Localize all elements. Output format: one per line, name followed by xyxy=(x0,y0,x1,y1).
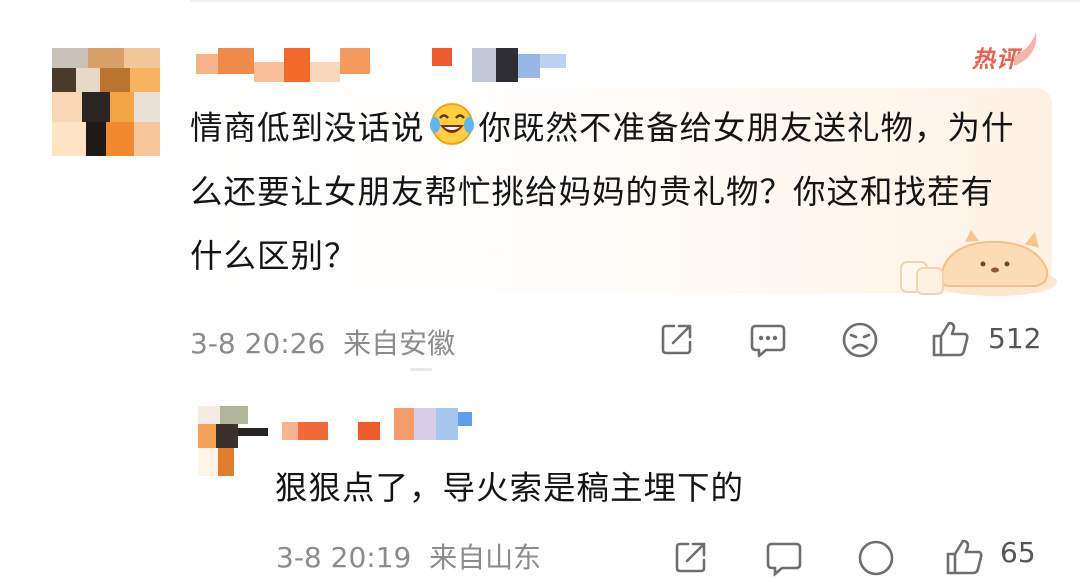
reply-body: 狠狠点了，导火索是稿主埋下的 xyxy=(275,469,745,507)
comment-text-start: 情商低到没话说 xyxy=(190,109,425,147)
reply-comment-icon[interactable] xyxy=(764,538,804,578)
thumbs-up-icon[interactable] xyxy=(930,318,972,360)
shiba-bread-decoration-icon xyxy=(900,230,1057,296)
reply-thumbs-up-icon[interactable] xyxy=(944,536,986,578)
reply-avatar[interactable] xyxy=(198,406,268,476)
comment-time: 3-8 20:26 xyxy=(190,327,326,360)
commenter-name[interactable] xyxy=(196,48,576,84)
reply-dislike-face-icon[interactable] xyxy=(856,538,896,578)
comment-location: 来自安徽 xyxy=(343,327,456,360)
like-count: 512 xyxy=(988,322,1042,355)
laughing-tears-emoji-icon xyxy=(429,103,474,145)
dislike-face-icon[interactable] xyxy=(840,320,880,360)
share-icon[interactable] xyxy=(658,320,696,358)
reply-share-icon[interactable] xyxy=(672,538,710,576)
reply-time: 3-8 20:19 xyxy=(276,541,412,574)
reply-location: 来自山东 xyxy=(429,541,542,574)
reply-like-count: 65 xyxy=(1000,536,1036,569)
reply-meta: 3-8 20:19 来自山东 xyxy=(276,536,541,576)
reply-divider xyxy=(410,368,432,371)
commenter-avatar[interactable] xyxy=(52,48,160,156)
reply-author-name[interactable] xyxy=(282,408,482,442)
comment-meta: 3-8 20:26 来自安徽 xyxy=(190,322,455,362)
top-divider xyxy=(190,0,1080,2)
comment-icon[interactable] xyxy=(748,320,788,360)
hot-flame-icon xyxy=(1014,32,1037,66)
